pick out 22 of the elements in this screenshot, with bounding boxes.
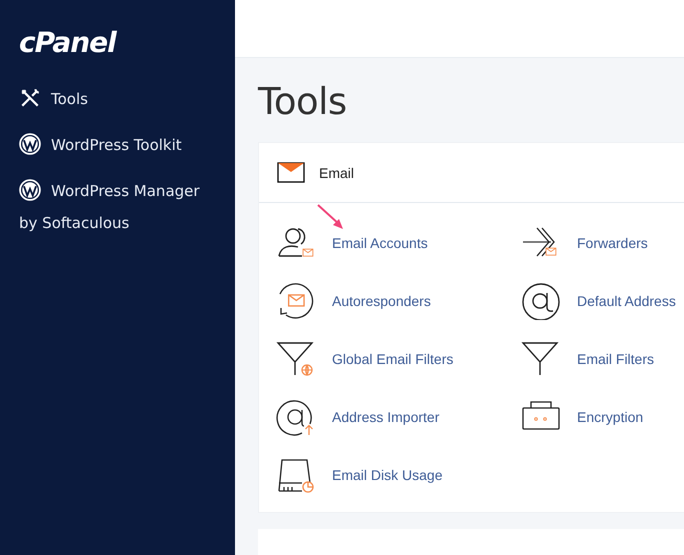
tools-icon [19,87,41,109]
tool-link[interactable]: Default Address [577,293,676,309]
sidebar-item[interactable]: WordPress Manager by Softaculous [19,175,214,239]
cpanel-logo[interactable]: cPanel [19,28,116,58]
at-sign-icon [521,282,561,320]
filter-icon [521,340,561,378]
tool-link[interactable]: Email Accounts [332,235,428,251]
envelope-icon [277,162,305,183]
wordpress-icon [19,133,41,155]
sidebar-item[interactable]: WordPress Toolkit [19,129,214,161]
page-title: Tools [258,79,348,124]
tool-link[interactable]: Global Email Filters [332,351,454,367]
tool-link[interactable]: Address Importer [332,409,440,425]
tool-link[interactable]: Forwarders [577,235,648,251]
tool-link[interactable]: Email Filters [577,351,654,367]
section-title: Email [319,164,354,180]
tool-link[interactable]: Email Disk Usage [332,467,442,483]
tool-link[interactable]: Encryption [577,409,644,425]
wordpress-icon [19,179,41,201]
sidebar-item[interactable]: Tools [19,83,214,115]
tool-link[interactable]: Autoresponders [332,293,431,309]
filter-globe-icon [276,340,316,378]
